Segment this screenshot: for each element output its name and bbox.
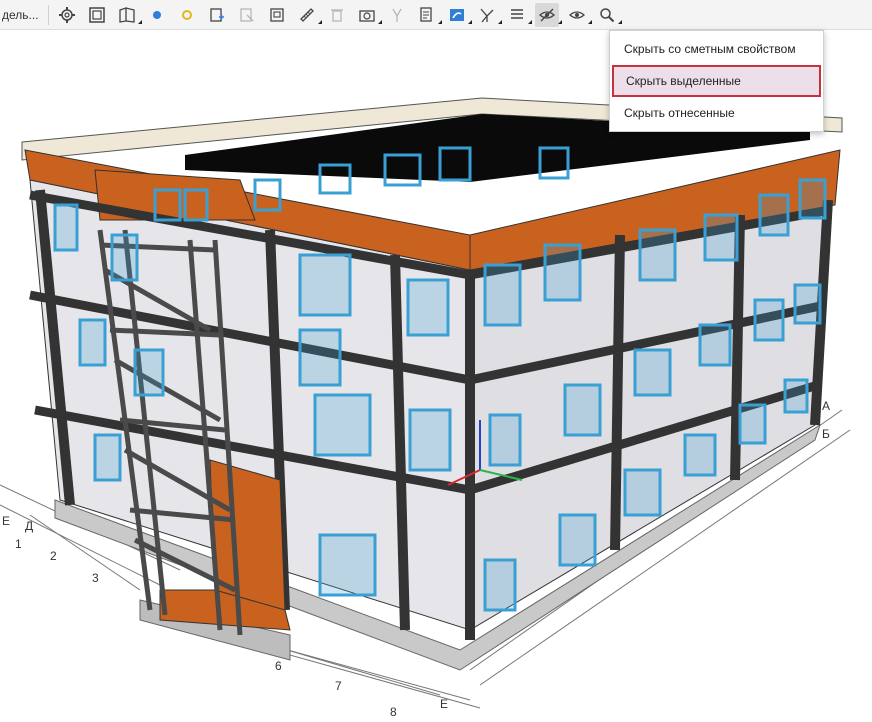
axis-label-right: Б <box>822 427 830 441</box>
toolbar-separator <box>47 4 49 25</box>
axis-label-left: Д <box>25 519 33 533</box>
yellow-dot-icon[interactable] <box>175 3 199 27</box>
3d-viewport[interactable]: Е Д 1 2 3 6 7 8 Е А Б <box>0 30 872 722</box>
menu-item-hide-assigned[interactable]: Скрыть отнесенные <box>610 97 823 129</box>
axis-label-bottom: Е <box>440 697 448 711</box>
axis-label-left: 3 <box>92 571 99 585</box>
axis-label-right: А <box>822 399 830 413</box>
settings-gear-icon[interactable] <box>55 3 79 27</box>
hide-eye-icon[interactable] <box>534 2 559 27</box>
axis-label-bottom: 7 <box>335 679 342 693</box>
menu-item-hide-estimate-property[interactable]: Скрыть со сметным свойством <box>610 33 823 65</box>
object-disabled-icon[interactable] <box>235 3 259 27</box>
axis-label-left: 2 <box>50 549 57 563</box>
stair-wall <box>209 459 286 611</box>
axis-label-bottom: 6 <box>275 659 282 673</box>
axes-icon[interactable] <box>475 3 499 27</box>
axis-label-left: Е <box>2 514 10 528</box>
measure-ruler-icon[interactable] <box>295 3 319 27</box>
section-plane-icon[interactable] <box>115 3 139 27</box>
axis-label-left: 1 <box>15 537 22 551</box>
report-icon[interactable] <box>415 3 439 27</box>
color-palette-icon[interactable] <box>445 3 469 27</box>
model-label[interactable]: дель... <box>0 8 45 22</box>
frame-view-icon[interactable] <box>85 3 109 27</box>
show-eye-icon[interactable] <box>565 3 589 27</box>
camera-icon[interactable] <box>355 3 379 27</box>
save-view-icon[interactable] <box>265 3 289 27</box>
list-icon[interactable] <box>505 3 529 27</box>
hide-dropdown-menu: Скрыть со сметным свойством Скрыть выдел… <box>609 30 824 132</box>
pin-disabled-icon[interactable] <box>385 3 409 27</box>
axis-label-bottom: 8 <box>390 705 397 719</box>
blue-dot-icon[interactable] <box>145 3 169 27</box>
menu-item-hide-selected[interactable]: Скрыть выделенные <box>612 65 821 97</box>
add-object-icon[interactable] <box>205 3 229 27</box>
main-toolbar: дель... <box>0 0 872 30</box>
delete-icon[interactable] <box>325 3 349 27</box>
search-zoom-icon[interactable] <box>595 3 619 27</box>
building-model[interactable]: Е Д 1 2 3 6 7 8 Е А Б <box>0 30 872 722</box>
